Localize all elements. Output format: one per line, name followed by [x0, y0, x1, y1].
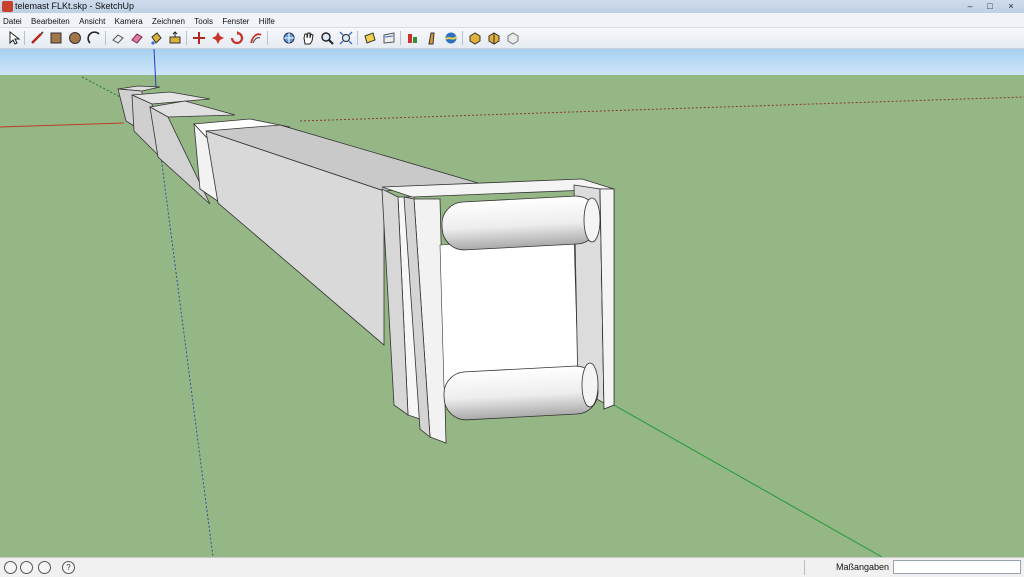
arc-icon[interactable]: [86, 30, 101, 45]
move-icon[interactable]: [191, 30, 206, 45]
axes-icon[interactable]: [405, 30, 420, 45]
sketchup-app-icon: [2, 1, 13, 12]
window-title: telemast FLKt.skp - SketchUp: [15, 1, 135, 11]
close-button[interactable]: ×: [1001, 1, 1021, 12]
dimension-icon[interactable]: [381, 30, 396, 45]
toolbar-separator: [24, 31, 25, 45]
orbit-icon[interactable]: [281, 30, 296, 45]
measurements-input[interactable]: [893, 560, 1021, 574]
menu-ansicht[interactable]: Ansicht: [76, 15, 108, 29]
maximize-button[interactable]: □: [981, 1, 999, 12]
bottom-cylinder-end: [581, 362, 599, 408]
3d-viewport[interactable]: [0, 49, 1024, 557]
frame-inner-panel: [439, 238, 579, 388]
top-cylinder-end: [583, 197, 601, 243]
user-icon[interactable]: [38, 561, 51, 574]
circle-icon[interactable]: [67, 30, 82, 45]
toolbar-separator: [357, 31, 358, 45]
eraser-outline-icon[interactable]: [110, 30, 125, 45]
menu-tools[interactable]: Tools: [191, 15, 216, 29]
geo-location-icon[interactable]: [4, 561, 17, 574]
toolbar-separator: [267, 31, 268, 45]
eraser-icon[interactable]: [129, 30, 144, 45]
component-icon[interactable]: [505, 30, 520, 45]
bottom-cylinder: [443, 365, 599, 421]
section-plane-icon[interactable]: [424, 30, 439, 45]
status-bar: ? Maßangaben: [0, 557, 1024, 577]
toolbar-separator: [105, 31, 106, 45]
get-models-icon[interactable]: [467, 30, 482, 45]
menu-kamera[interactable]: Kamera: [112, 15, 146, 29]
rotate-icon[interactable]: [210, 30, 225, 45]
follow-me-icon[interactable]: [229, 30, 244, 45]
menu-bar: Datei Bearbeiten Ansicht Kamera Zeichnen…: [0, 13, 1024, 28]
select-icon[interactable]: [6, 30, 21, 45]
main-toolbar: [0, 28, 1024, 49]
rectangle-icon[interactable]: [48, 30, 63, 45]
top-cylinder: [441, 195, 599, 251]
help-icon[interactable]: ?: [62, 561, 75, 574]
toolbar-separator: [462, 31, 463, 45]
zoom-icon[interactable]: [319, 30, 334, 45]
push-pull-icon[interactable]: [167, 30, 182, 45]
menu-datei[interactable]: Datei: [0, 15, 25, 29]
title-bar: telemast FLKt.skp - SketchUp – □ ×: [0, 0, 1024, 13]
offset-icon[interactable]: [248, 30, 263, 45]
menu-fenster[interactable]: Fenster: [219, 15, 252, 29]
paint-bucket-icon[interactable]: [148, 30, 163, 45]
minimize-button[interactable]: –: [961, 1, 979, 12]
zoom-extents-icon[interactable]: [338, 30, 353, 45]
pan-icon[interactable]: [300, 30, 315, 45]
status-divider: [804, 560, 805, 575]
menu-zeichnen[interactable]: Zeichnen: [149, 15, 188, 29]
sky: [0, 49, 1024, 76]
credits-icon[interactable]: [20, 561, 33, 574]
3d-warehouse-icon[interactable]: [443, 30, 458, 45]
menu-hilfe[interactable]: Hilfe: [256, 15, 278, 29]
menu-bearbeiten[interactable]: Bearbeiten: [28, 15, 73, 29]
share-model-icon[interactable]: [486, 30, 501, 45]
toolbar-separator: [400, 31, 401, 45]
measurements-label: Maßangaben: [836, 562, 890, 572]
toolbar-separator: [186, 31, 187, 45]
tape-measure-icon[interactable]: [362, 30, 377, 45]
pencil-line-icon[interactable]: [29, 30, 44, 45]
